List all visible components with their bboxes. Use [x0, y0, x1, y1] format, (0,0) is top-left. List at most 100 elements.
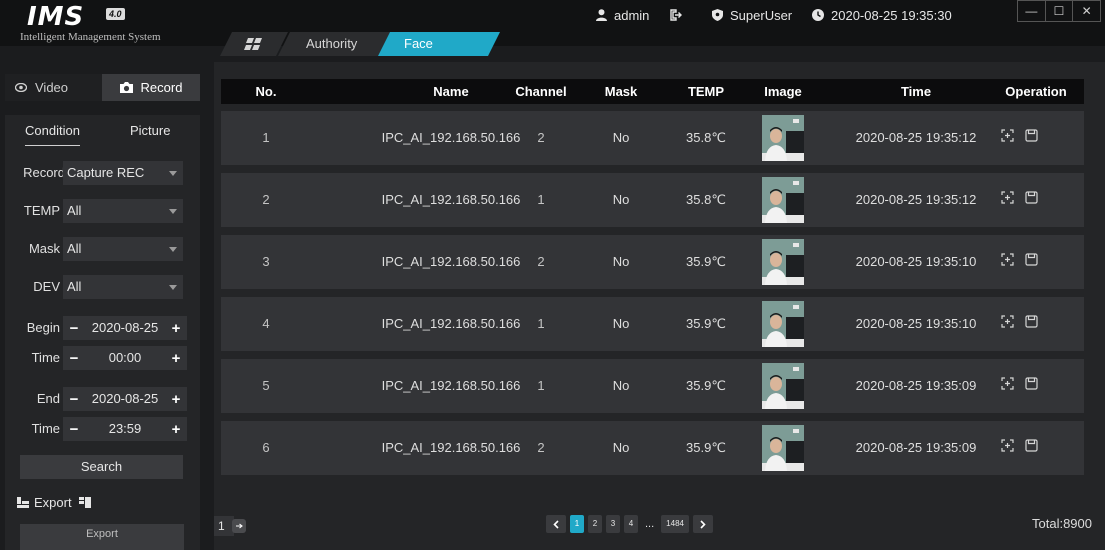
mode-record-button[interactable]: Record	[102, 74, 200, 101]
mask-select[interactable]: All	[63, 237, 183, 261]
cell-channel: 1	[537, 378, 545, 393]
table-row[interactable]: 2 IPC_AI_192.168.50.166 1 No 35.8℃ 2020-08-25…	[221, 173, 1084, 227]
zoom-capture-icon[interactable]	[1001, 315, 1014, 328]
tab-authority[interactable]: Authority	[278, 32, 390, 56]
filter-temp: TEMP All	[5, 199, 200, 223]
save-icon[interactable]	[1025, 315, 1038, 328]
face-snapshot-icon	[762, 239, 804, 285]
begin-date-increment[interactable]: +	[165, 316, 187, 340]
table-row[interactable]: 3 IPC_AI_192.168.50.166 2 No 35.9℃ 2020-08-25…	[221, 235, 1084, 289]
end-date-value[interactable]: 2020-08-25	[85, 387, 165, 411]
cell-channel: 1	[537, 316, 545, 331]
pagination: 1 2 3 4 ... 1484	[546, 515, 713, 533]
tab-face[interactable]: Face	[378, 32, 500, 56]
zoom-capture-icon[interactable]	[1001, 253, 1014, 266]
row-operations	[1001, 129, 1038, 142]
begin-date-value[interactable]: 2020-08-25	[85, 316, 165, 340]
page-last[interactable]: 1484	[661, 515, 689, 533]
face-thumbnail[interactable]	[762, 301, 804, 347]
cell-temp: 35.9℃	[686, 316, 726, 331]
export-list-icon[interactable]	[17, 496, 29, 508]
begin-time-increment[interactable]: +	[165, 346, 187, 370]
user-name: admin	[614, 7, 650, 23]
face-snapshot-icon	[762, 115, 804, 161]
end-time-increment[interactable]: +	[165, 417, 187, 441]
zoom-capture-icon[interactable]	[1001, 191, 1014, 204]
prev-page-button[interactable]	[546, 515, 566, 533]
table-row[interactable]: 6 IPC_AI_192.168.50.166 2 No 35.9℃ 2020-08-25…	[221, 421, 1084, 475]
temp-label: TEMP	[23, 203, 60, 218]
zoom-capture-icon[interactable]	[1001, 439, 1014, 452]
begin-time-value[interactable]: 00:00	[85, 346, 165, 370]
dev-select[interactable]: All	[63, 275, 183, 299]
table-row[interactable]: 5 IPC_AI_192.168.50.166 1 No 35.9℃ 2020-08-25…	[221, 359, 1084, 413]
mask-label: Mask	[28, 241, 60, 256]
filter-dev: DEV All	[5, 275, 200, 299]
page-4[interactable]: 4	[624, 515, 638, 533]
logo-version-badge: 4.0	[106, 8, 125, 20]
save-icon[interactable]	[1025, 377, 1038, 390]
close-button[interactable]: ✕	[1072, 1, 1100, 21]
logout-button[interactable]	[670, 6, 690, 24]
clock-text: 2020-08-25 19:35:30	[831, 7, 952, 23]
end-date-increment[interactable]: +	[165, 387, 187, 411]
user-role: SuperUser	[712, 6, 792, 24]
face-thumbnail[interactable]	[762, 239, 804, 285]
next-page-button[interactable]	[692, 515, 713, 533]
cell-mask: No	[612, 378, 630, 393]
maximize-button[interactable]: ☐	[1044, 1, 1073, 21]
sidebar: Video Record Condition Picture Record Ca…	[0, 62, 200, 550]
end-time-value[interactable]: 23:59	[85, 417, 165, 441]
tab-picture[interactable]: Picture	[130, 123, 170, 138]
mask-select-value: All	[67, 241, 82, 256]
table-header: No. Name Channel Mask TEMP Image Time Op…	[221, 79, 1084, 104]
face-thumbnail[interactable]	[762, 425, 804, 471]
zoom-capture-icon[interactable]	[1001, 129, 1014, 142]
end-date-decrement[interactable]: −	[63, 387, 85, 411]
chevron-right-icon	[700, 519, 706, 529]
begin-time-decrement[interactable]: −	[63, 346, 85, 370]
eye-icon	[15, 83, 27, 92]
dev-select-value: All	[67, 279, 82, 294]
minimize-button[interactable]: —	[1018, 1, 1045, 21]
grid-icon	[244, 38, 264, 50]
save-icon[interactable]	[1025, 129, 1038, 142]
search-button[interactable]: Search	[20, 455, 183, 479]
export-button[interactable]: Export	[20, 524, 184, 550]
page-jump-input[interactable]: 1	[214, 516, 234, 536]
user-icon	[596, 9, 607, 21]
begin-date-decrement[interactable]: −	[63, 316, 85, 340]
cell-channel: 2	[537, 254, 545, 269]
filter-begin-time: Time − 00:00 +	[5, 346, 200, 370]
export-grid-icon[interactable]	[78, 496, 91, 508]
mode-video-button[interactable]: Video	[5, 74, 102, 101]
cell-no: 6	[262, 440, 270, 455]
page-3[interactable]: 3	[606, 515, 620, 533]
logout-icon[interactable]	[670, 9, 683, 21]
filter-sub-tabs: Condition Picture	[5, 115, 200, 153]
table-row[interactable]: 4 IPC_AI_192.168.50.166 1 No 35.9℃ 2020-08-25…	[221, 297, 1084, 351]
begin-time-label: Time	[31, 350, 60, 365]
zoom-capture-icon[interactable]	[1001, 377, 1014, 390]
cell-no: 4	[262, 316, 270, 331]
save-icon[interactable]	[1025, 253, 1038, 266]
begin-date-stepper: − 2020-08-25 +	[63, 316, 187, 340]
save-icon[interactable]	[1025, 439, 1038, 452]
cell-mask: No	[612, 316, 630, 331]
temp-select[interactable]: All	[63, 199, 183, 223]
row-operations	[1001, 191, 1038, 204]
face-thumbnail[interactable]	[762, 363, 804, 409]
end-time-decrement[interactable]: −	[63, 417, 85, 441]
save-icon[interactable]	[1025, 191, 1038, 204]
face-thumbnail[interactable]	[762, 177, 804, 223]
page-go-button[interactable]	[232, 519, 246, 533]
record-select[interactable]: Capture REC	[63, 161, 183, 185]
face-thumbnail[interactable]	[762, 115, 804, 161]
table-row[interactable]: 1 IPC_AI_192.168.50.166 2 No 35.8℃ 2020-08-25…	[221, 111, 1084, 165]
record-select-value: Capture REC	[67, 165, 145, 180]
column-header-mask: Mask	[604, 84, 638, 99]
tab-condition[interactable]: Condition	[25, 123, 80, 146]
page-2[interactable]: 2	[588, 515, 602, 533]
page-1[interactable]: 1	[570, 515, 584, 533]
cell-mask: No	[612, 254, 630, 269]
